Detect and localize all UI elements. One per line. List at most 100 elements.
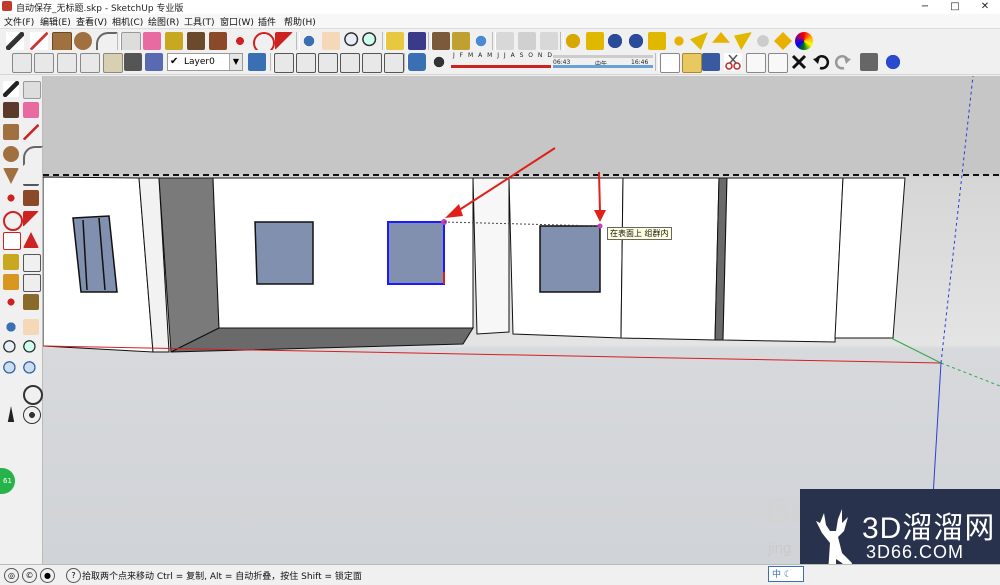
shadow-settings-icon[interactable] <box>408 53 426 71</box>
chevron-down-icon[interactable]: ▼ <box>229 54 242 70</box>
eraser-icon[interactable] <box>23 102 39 118</box>
rotate-icon[interactable] <box>3 211 23 231</box>
component-icon[interactable] <box>23 81 41 99</box>
plugin-tag-icon[interactable] <box>586 32 604 50</box>
line-tool-icon[interactable] <box>30 32 48 50</box>
move-icon[interactable] <box>3 190 19 206</box>
menu-camera[interactable]: 相机(C) <box>112 15 143 28</box>
month-slider[interactable]: J F M A M J J A S O N D <box>451 52 553 71</box>
delete-icon[interactable] <box>790 53 808 71</box>
recess-floor[interactable] <box>170 327 474 353</box>
plugin-m-icon[interactable] <box>564 32 582 50</box>
minimize-button[interactable]: − <box>910 0 940 14</box>
paint-bucket-icon[interactable] <box>187 32 205 50</box>
outer-shell-icon[interactable] <box>496 32 514 50</box>
plugin-tag2-icon[interactable] <box>648 32 666 50</box>
pan-tool-icon[interactable] <box>322 32 340 50</box>
redo-icon[interactable] <box>834 53 852 71</box>
move-tool-icon[interactable] <box>231 32 249 50</box>
look-around-icon[interactable] <box>23 385 43 405</box>
sun-icon[interactable] <box>774 32 792 50</box>
window-left[interactable] <box>254 221 314 285</box>
scale-icon[interactable] <box>3 232 21 250</box>
layer-dropdown[interactable]: ✔ Layer0 ▼ <box>167 53 243 71</box>
undo-icon[interactable] <box>812 53 830 71</box>
ime-indicator[interactable]: 中 ☾ <box>768 566 804 582</box>
zoom-extents-side-icon[interactable] <box>23 361 39 377</box>
house-right-icon[interactable] <box>340 53 360 73</box>
eraser-tool-icon[interactable] <box>143 32 161 50</box>
shadow-toggle-icon[interactable] <box>430 53 448 71</box>
menu-tools[interactable]: 工具(T) <box>184 15 215 28</box>
circle-tool-icon[interactable] <box>74 32 92 50</box>
house-iso-icon[interactable] <box>274 53 294 73</box>
protractor-icon[interactable] <box>3 274 19 290</box>
select-arrow-icon[interactable] <box>3 81 19 97</box>
tape-icon[interactable] <box>3 254 19 270</box>
back-view-icon[interactable] <box>103 53 123 73</box>
offset-icon[interactable] <box>23 232 39 248</box>
position-camera-icon[interactable] <box>386 32 404 50</box>
menu-help[interactable]: 帮助(H) <box>284 15 316 28</box>
menu-edit[interactable]: 编辑(E) <box>40 15 71 28</box>
paint-icon[interactable] <box>3 102 19 118</box>
dimension-icon[interactable] <box>23 254 41 272</box>
arc-icon[interactable] <box>23 146 43 166</box>
cut-icon[interactable] <box>724 53 742 71</box>
save-file-icon[interactable] <box>702 53 720 71</box>
pencil-icon[interactable] <box>23 124 39 140</box>
credits-icon[interactable]: © <box>22 568 37 583</box>
light-arrow-icon[interactable] <box>734 32 752 50</box>
house-top-icon[interactable] <box>296 53 316 73</box>
make-component-icon[interactable] <box>121 32 141 52</box>
3d-text-icon[interactable] <box>23 294 39 310</box>
house-back-icon[interactable] <box>362 53 382 73</box>
circle-icon[interactable] <box>3 146 19 162</box>
previous-view-icon[interactable] <box>3 361 19 377</box>
texture-style-icon[interactable] <box>145 53 163 71</box>
wall-pillar[interactable] <box>472 177 510 335</box>
window-right[interactable] <box>539 225 601 293</box>
rectangle-tool-icon[interactable] <box>52 32 72 52</box>
help-icon[interactable]: ? <box>66 568 81 583</box>
light-dot-icon[interactable] <box>670 32 688 50</box>
wall-segment[interactable] <box>834 177 906 339</box>
sphere-icon[interactable] <box>754 32 772 50</box>
plugin-r2-icon[interactable] <box>627 32 645 50</box>
month-slider-bar[interactable] <box>451 65 551 68</box>
spotlight-icon[interactable] <box>690 32 708 50</box>
menu-file[interactable]: 文件(F) <box>4 15 34 28</box>
pan-icon[interactable] <box>23 319 39 335</box>
plugin-r-icon[interactable] <box>606 32 624 50</box>
follow-me-icon[interactable] <box>275 32 293 50</box>
warehouse-icon[interactable] <box>432 32 450 50</box>
intersect-icon[interactable] <box>518 32 536 50</box>
tape-measure-icon[interactable] <box>165 32 183 50</box>
right-view-icon[interactable] <box>80 53 100 73</box>
menu-window[interactable]: 窗口(W) <box>220 15 254 28</box>
pushpull-icon[interactable] <box>23 190 39 206</box>
rectangle-icon[interactable] <box>3 124 19 140</box>
window-tall[interactable] <box>72 215 118 293</box>
zoom-extents-icon[interactable] <box>362 32 380 50</box>
orbit-tool-icon[interactable] <box>300 32 318 50</box>
text-icon[interactable] <box>23 274 41 292</box>
wall-segment[interactable] <box>722 177 844 343</box>
copy-icon[interactable] <box>746 53 766 73</box>
light-cone-icon[interactable] <box>712 32 730 43</box>
top-view-icon[interactable] <box>34 53 54 73</box>
menu-draw[interactable]: 绘图(R) <box>148 15 179 28</box>
house-front-icon[interactable] <box>318 53 338 73</box>
render-color-icon[interactable] <box>795 32 813 50</box>
geo-location-icon[interactable]: ◎ <box>4 568 19 583</box>
menu-view[interactable]: 查看(V) <box>76 15 107 28</box>
menu-plugins[interactable]: 插件 <box>258 15 276 28</box>
axes-icon[interactable] <box>3 294 19 310</box>
layer-manager-icon[interactable] <box>248 53 266 71</box>
front-view-icon[interactable] <box>57 53 77 73</box>
zoom-tool-icon[interactable] <box>344 32 362 50</box>
time-slider-bar[interactable] <box>553 65 653 68</box>
paste-icon[interactable] <box>768 53 788 73</box>
union-icon[interactable] <box>540 32 558 50</box>
walk-icon[interactable] <box>7 406 15 422</box>
